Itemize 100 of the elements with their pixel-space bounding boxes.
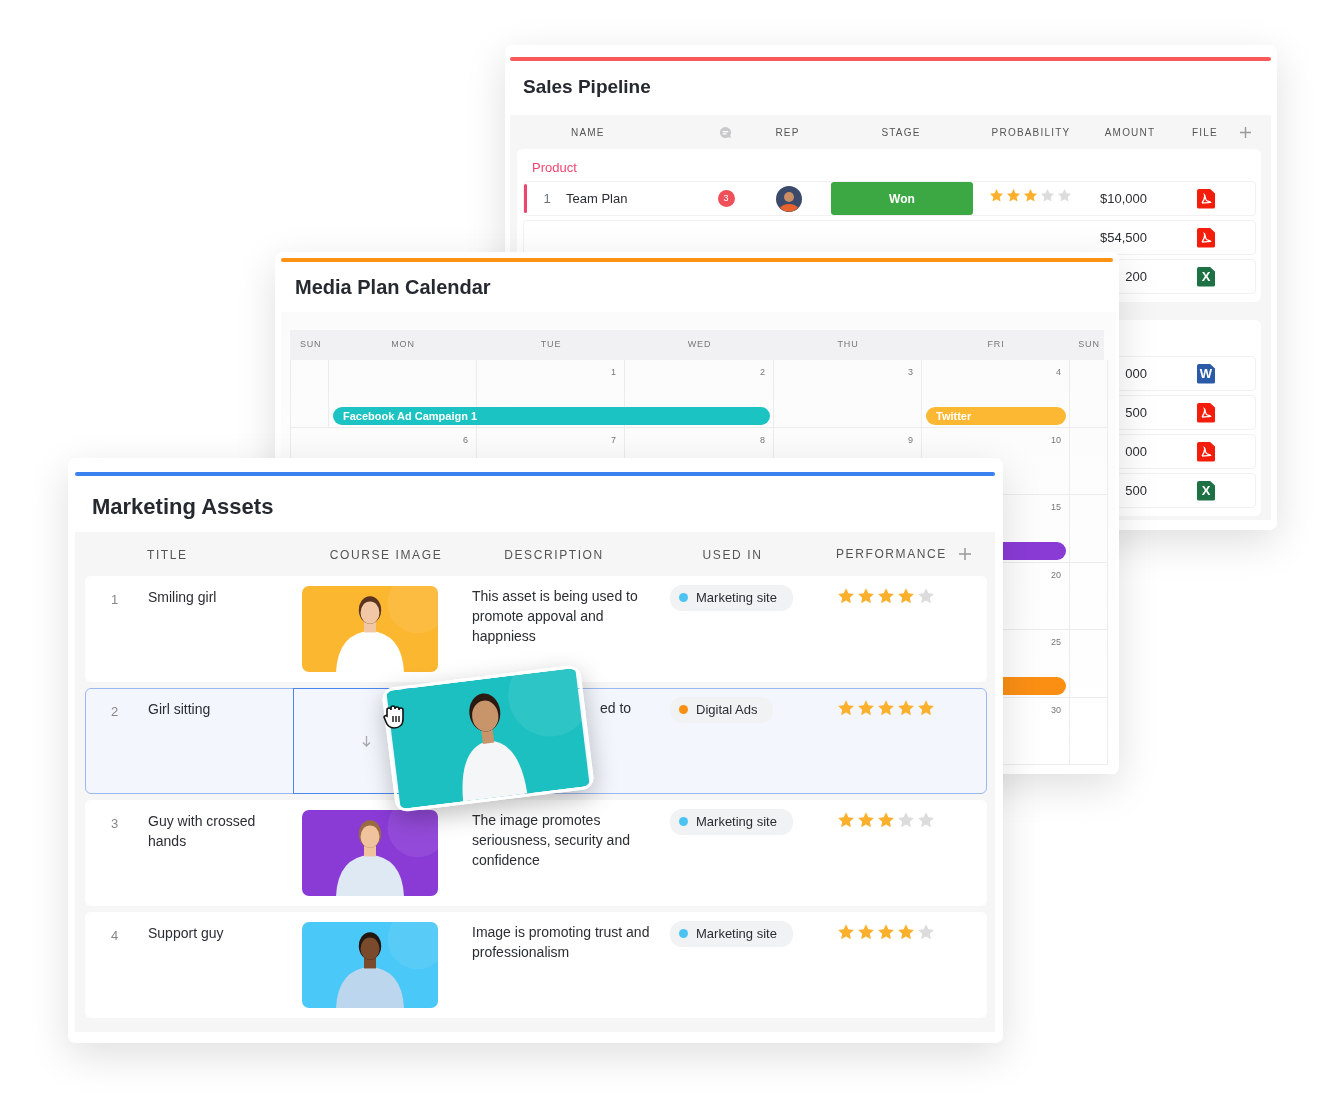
date-number: 6 [463,433,468,447]
day-header: TUE [539,338,563,352]
star-icon [989,188,1004,204]
asset-title: Support guy [148,925,224,941]
column-header: PROBABILITY [990,125,1072,140]
star-icon [897,811,915,829]
star-icon [837,587,855,605]
star-icon [857,587,875,605]
column-header: PERFORMANCE [836,546,947,563]
day-header: WED [686,338,713,352]
pdf-file-icon[interactable] [1197,441,1215,462]
star-icon [917,923,935,941]
description: This asset is being used to promote appoval and happniess [472,588,638,644]
window-title: Sales Pipeline [522,75,652,99]
date-number: 4 [1056,366,1061,379]
star-icon [897,699,915,717]
event-bar: Facebook Ad Campaign 1 [333,406,770,425]
star-icon [877,699,895,717]
star-icon [1040,188,1055,204]
pdf-file-icon[interactable] [1197,188,1215,209]
star-icon [917,699,935,717]
deal-name: Team Plan [566,190,628,206]
date-number: 20 [1051,568,1061,582]
column-header: NAME [570,125,606,140]
amount: 200 [1125,268,1147,284]
add-icon[interactable] [1240,127,1251,139]
description: Image is promoting trust and professionalism [472,924,650,960]
star-icon [1023,188,1038,204]
star-icon [837,923,855,941]
star-icon [917,811,935,829]
date-number: 30 [1051,703,1061,717]
excel-file-icon[interactable]: X [1197,480,1215,501]
amount: 500 [1125,482,1147,498]
column-header: STAGE [880,125,922,140]
day-header: THU [836,338,860,352]
word-file-icon[interactable]: W [1197,363,1215,384]
add-icon[interactable] [959,548,971,560]
day-header: MON [390,338,416,352]
star-icon [1057,188,1072,204]
asset-title: Guy with crossed hands [148,813,256,849]
star-icon [1006,188,1021,204]
column-header: DESCRIPTION [504,548,604,562]
row-number: 4 [111,928,119,943]
star-icon [877,923,895,941]
date-number: 15 [1051,501,1061,514]
usage-tag[interactable]: Marketing site [670,809,793,835]
window-title: Media Plan Calendar [294,275,492,300]
column-header: AMOUNT [1103,125,1157,140]
usage-tag[interactable]: Marketing site [670,921,793,947]
date-number: 1 [611,366,616,379]
star-icon [897,923,915,941]
event-bar: Twitter [926,406,1066,425]
amount: $54,500 [1100,229,1147,245]
amount: 500 [1125,404,1147,420]
date-number: 3 [908,366,913,379]
date-number: 2 [760,366,765,379]
date-number: 25 [1051,636,1061,649]
date-number: 9 [908,433,913,447]
amount: $10,000 [1100,190,1147,206]
row-number: 1 [111,592,119,607]
row-number: 2 [111,704,119,719]
asset-title: Girl sitting [148,701,211,717]
window-title: Marketing Assets [91,493,275,521]
comment-icon [718,126,732,140]
star-icon [877,587,895,605]
star-icon [857,811,875,829]
date-number: 8 [760,433,765,447]
star-icon [917,587,935,605]
day-header: FRI [986,338,1006,352]
column-header: USED IN [702,548,763,562]
pdf-file-icon[interactable] [1197,402,1215,423]
day-header: SUN [1077,338,1101,352]
star-icon [877,811,895,829]
description: ed to [600,700,632,716]
excel-file-icon[interactable]: X [1197,266,1215,287]
star-icon [857,699,875,717]
date-number: 10 [1051,433,1061,447]
table-row[interactable]: 3 Guy with crossed hands The image promotes seriousness, security and confidence Marketing site [85,800,987,906]
usage-tag[interactable]: Marketing site [670,585,793,611]
row-number: 3 [111,816,119,831]
comment-count[interactable]: 3 [717,190,735,207]
column-header: FILE [1191,125,1219,140]
asset-title: Smiling girl [148,589,217,605]
usage-tag[interactable]: Digital Ads [670,697,774,723]
arrow-down-icon [362,736,371,747]
row-number: 1 [543,190,551,206]
star-icon [857,923,875,941]
star-icon [837,811,855,829]
group-label: Product [531,159,578,177]
column-header: COURSE IMAGE [329,548,443,562]
column-header: TITLE [147,548,188,562]
day-header: SUN [299,338,323,352]
star-icon [837,699,855,717]
table-row[interactable]: 4 Support guy Image is promoting trust and professionalism Marketing site [85,912,987,1018]
amount: 000 [1125,365,1147,381]
column-header: REP [774,125,801,140]
pdf-file-icon[interactable] [1197,227,1215,248]
description: The image promotes seriousness, security and confidence [472,812,630,868]
amount: 000 [1125,443,1147,459]
star-icon [897,587,915,605]
